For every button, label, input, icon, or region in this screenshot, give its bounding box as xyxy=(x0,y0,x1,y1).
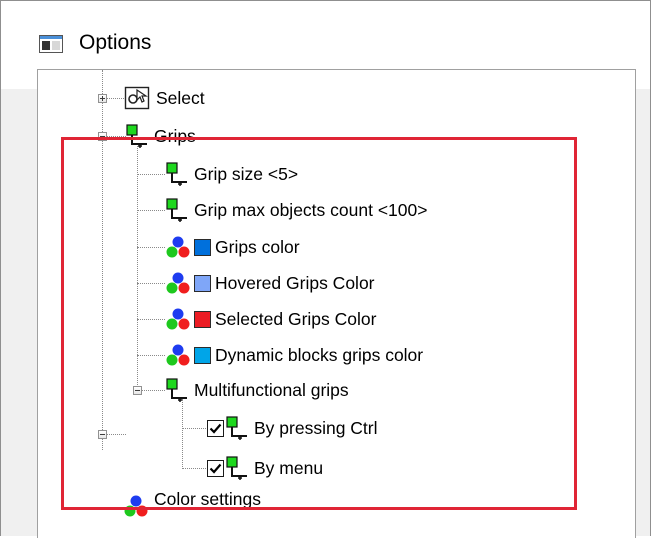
tree-item-hovered-grips-color[interactable]: Hovered Grips Color xyxy=(166,268,375,298)
color-settings-collapse[interactable] xyxy=(98,430,107,439)
tree-item-label: Multifunctional grips xyxy=(194,380,349,400)
tree-item-color-settings[interactable]: Color settings xyxy=(124,488,261,518)
grip-icon xyxy=(166,378,187,402)
options-tree[interactable]: Select Grips Grip size <5> Grip max obje… xyxy=(37,69,636,538)
tree-item-dynamic-blocks-grips-color[interactable]: Dynamic blocks grips color xyxy=(166,340,423,370)
select-expander[interactable] xyxy=(98,94,107,103)
color-circles-icon xyxy=(166,272,190,294)
color-circles-icon xyxy=(166,236,190,258)
grip-icon xyxy=(166,162,187,186)
by-ctrl-checkbox[interactable] xyxy=(207,419,224,437)
hovered-color-swatch xyxy=(194,274,211,292)
checkmark-icon xyxy=(209,463,222,474)
select-icon xyxy=(124,86,150,110)
tree-item-label: Grip size <5> xyxy=(194,164,299,184)
tree-item-label: Dynamic blocks grips color xyxy=(215,345,424,365)
tree-item-label: Hovered Grips Color xyxy=(215,273,375,293)
tree-item-grips-color[interactable]: Grips color xyxy=(166,232,300,262)
grips-color-swatch xyxy=(194,238,211,256)
multifunctional-collapse[interactable] xyxy=(133,386,142,395)
tree-item-select[interactable]: Select xyxy=(124,83,205,113)
tree-item-label: Select xyxy=(156,88,205,108)
selected-color-swatch xyxy=(194,310,211,328)
dynamic-color-swatch xyxy=(194,346,211,364)
tree-item-multifunctional-grips[interactable]: Multifunctional grips xyxy=(166,375,349,405)
tree-item-label: Grips color xyxy=(215,237,300,257)
tree-item-label: Color settings xyxy=(154,489,261,509)
window-title: Options xyxy=(79,31,152,54)
grip-icon xyxy=(166,198,187,222)
tree-item-by-pressing-ctrl[interactable]: By pressing Ctrl xyxy=(207,413,378,443)
tree-item-by-menu[interactable]: By menu xyxy=(207,453,323,483)
options-window-icon xyxy=(39,35,63,53)
tree-item-selected-grips-color[interactable]: Selected Grips Color xyxy=(166,304,376,334)
tree-item-grip-size[interactable]: Grip size <5> xyxy=(166,159,298,189)
by-menu-checkbox[interactable] xyxy=(207,459,224,477)
tree-item-label: Grip max objects count <100> xyxy=(194,200,428,220)
color-circles-icon xyxy=(124,495,148,517)
grips-collapse[interactable] xyxy=(98,132,107,141)
color-circles-icon xyxy=(166,308,190,330)
tree-item-label: Grips xyxy=(154,126,196,146)
grip-icon xyxy=(226,456,247,480)
checkmark-icon xyxy=(209,423,222,434)
tree-item-label: Selected Grips Color xyxy=(215,309,377,329)
color-circles-icon xyxy=(166,344,190,366)
grip-icon xyxy=(226,416,247,440)
grip-icon xyxy=(126,124,147,148)
options-window: Options Select Grips Grip size <5> Grip … xyxy=(0,0,651,538)
tree-item-label: By pressing Ctrl xyxy=(254,418,378,438)
tree-item-grips[interactable]: Grips xyxy=(126,121,196,151)
tree-item-label: By menu xyxy=(254,458,324,478)
tree-item-grip-max-objects[interactable]: Grip max objects count <100> xyxy=(166,195,427,225)
